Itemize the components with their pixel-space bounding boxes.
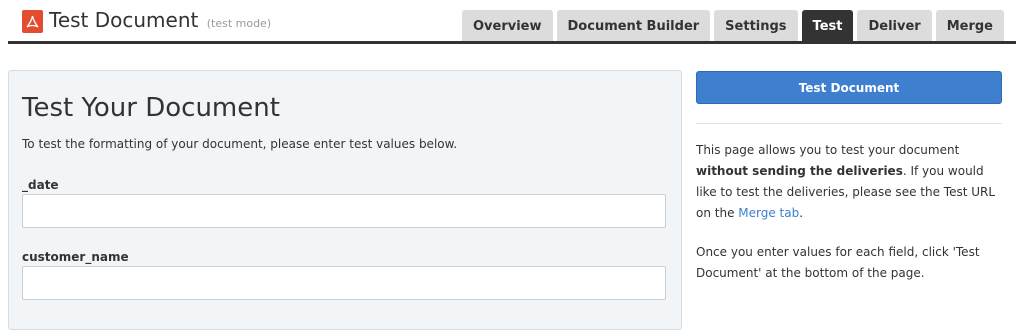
- merge-tab-link[interactable]: Merge tab: [738, 206, 799, 220]
- sidebar-text-part1: This page allows you to test your docume…: [696, 143, 960, 157]
- header-divider: [8, 41, 1016, 44]
- tab-overview[interactable]: Overview: [462, 10, 553, 42]
- field-label-date: _date: [22, 178, 59, 192]
- field-label-customer-name: customer_name: [22, 250, 129, 264]
- page-title: Test Your Document: [22, 93, 280, 123]
- app-header: Test Document (test mode) Overview Docum…: [0, 0, 1024, 44]
- test-form-panel: Test Your Document To test the formattin…: [8, 70, 682, 330]
- sidebar-text-end: .: [799, 206, 804, 220]
- sidebar-divider: [696, 123, 1002, 124]
- tab-deliver[interactable]: Deliver: [857, 10, 932, 42]
- test-document-button[interactable]: Test Document: [696, 71, 1002, 104]
- tab-test[interactable]: Test: [801, 10, 854, 42]
- tab-settings[interactable]: Settings: [714, 10, 798, 42]
- tab-bar: Overview Document Builder Settings Test …: [462, 10, 1004, 42]
- document-title: Test Document (test mode): [49, 8, 271, 32]
- tab-document-builder[interactable]: Document Builder: [556, 10, 711, 42]
- date-input[interactable]: [22, 194, 666, 228]
- intro-text: To test the formatting of your document,…: [22, 137, 458, 151]
- test-mode-label: (test mode): [206, 17, 272, 30]
- customer-name-input[interactable]: [22, 266, 666, 300]
- sidebar-instructions: Once you enter values for each field, cl…: [696, 245, 980, 280]
- tab-merge[interactable]: Merge: [935, 10, 1004, 42]
- sidebar-text-bold: without sending the deliveries: [696, 164, 903, 178]
- sidebar-description: This page allows you to test your docume…: [696, 140, 996, 224]
- pdf-icon: [22, 10, 43, 33]
- document-title-text: Test Document: [49, 8, 199, 32]
